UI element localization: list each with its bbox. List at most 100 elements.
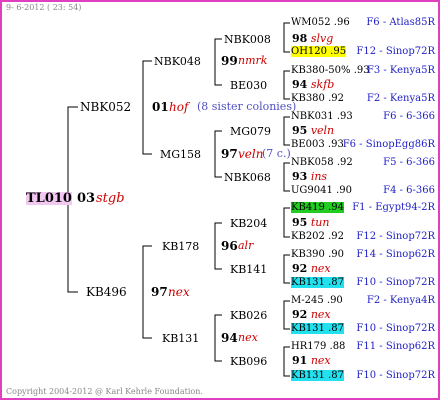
line-num: 92 [292, 308, 308, 321]
line-num: 95 [292, 216, 308, 229]
gen4-id: WM052 .96 [291, 17, 350, 28]
gen3-id[interactable]: KB204 [230, 218, 267, 229]
gen4-origin: F6 - 6-366 [383, 111, 435, 122]
gen4-origin: F2 - Kenya5R [366, 93, 435, 104]
line-name: skfb [310, 78, 335, 91]
gen4-id: KB380 .92 [291, 93, 344, 104]
gen2-id[interactable]: KB131 [162, 333, 199, 344]
gen3-id[interactable]: BE030 [230, 80, 267, 91]
gen4-id: NBK058 .92 [291, 157, 353, 168]
gen4-row[interactable]: OH120 .95 F12 - Sinop72R [291, 46, 437, 57]
gen1-num: 97 [151, 285, 168, 299]
gen4-row[interactable]: UG9041 .90 F4 - 6-366 [291, 186, 437, 196]
line-name: nex [310, 262, 331, 275]
gen4-id: M-245 .90 [291, 295, 343, 306]
kb096-line: 91 nex [292, 355, 331, 366]
nbk068-line: 93 ins [292, 171, 327, 182]
gen4-row[interactable]: KB380-50% .93 F3 - Kenya5R [291, 66, 437, 76]
gen4-origin: F12 - Sinop72R [356, 231, 435, 242]
gen3-id[interactable]: KB096 [230, 356, 267, 367]
gen4-row[interactable]: KB390 .90 F14 - Sinop62R [291, 250, 437, 260]
gen4-row[interactable]: KB131 .87 F10 - Sinop72R [291, 277, 437, 288]
gen4-origin: F14 - Sinop62R [356, 249, 435, 260]
gen4-id: KB131 .87 [291, 370, 344, 381]
gen4-row[interactable]: KB131 .87 F10 - Sinop72R [291, 323, 437, 334]
gen4-origin: F6 - SinopEgg86R [342, 139, 435, 150]
line-name: nex [310, 308, 331, 321]
gen1-id[interactable]: KB496 [86, 286, 127, 298]
gen4-id: NBK031 .93 [291, 111, 353, 122]
gen2-id[interactable]: KB178 [162, 241, 199, 252]
nbk008-line: 98 slvg [292, 33, 333, 44]
gen4-id: BE003 .93 [291, 139, 344, 150]
gen4-row[interactable]: NBK058 .92 F5 - 6-366 [291, 158, 437, 168]
mg079-line: 95 veln [292, 125, 334, 136]
gen4-origin: F12 - Sinop72R [356, 46, 435, 57]
gen4-id: UG9041 .90 [291, 185, 352, 196]
gen4-origin: F6 - Atlas85R [366, 17, 435, 28]
line-num: 92 [292, 262, 308, 275]
gen3-id[interactable]: KB141 [230, 264, 267, 275]
gen2-name: alr [238, 239, 254, 252]
line-name: ins [310, 170, 328, 183]
gen2-id[interactable]: MG158 [160, 149, 201, 160]
gen2-name: nex [238, 331, 258, 344]
gen2-num: 94 [221, 331, 238, 345]
gen2-name: veln [238, 147, 264, 161]
gen4-id: OH120 .95 [291, 46, 347, 57]
root-id[interactable]: TL010 [26, 192, 72, 205]
gen3-name: nmrk [238, 54, 268, 67]
line-num: 94 [292, 78, 308, 91]
gen4-origin: F10 - Sinop72R [356, 370, 435, 381]
gen4-row[interactable]: KB380 .92 F2 - Kenya5R [291, 94, 437, 104]
gen4-row[interactable]: KB419 .94 F1 - Egypt94-2R [291, 202, 437, 213]
gen4-origin: F5 - 6-366 [383, 157, 435, 168]
gen4-origin: F2 - Kenya4R [366, 295, 435, 306]
gen4-id: KB131 .87 [291, 277, 344, 288]
gen4-id: KB131 .87 [291, 323, 344, 334]
gen3-id[interactable]: NBK008 [224, 34, 271, 45]
gen4-id: KB202 .92 [291, 231, 344, 242]
root-name: stgb [96, 191, 125, 206]
kb204-line: 95 tun [292, 217, 329, 228]
kb026-line: 92 nex [292, 309, 331, 320]
gen4-id: KB419 .94 [291, 202, 344, 213]
gen4-origin: F1 - Egypt94-2R [352, 202, 435, 213]
kb141-line: 92 nex [292, 263, 331, 274]
gen2-id[interactable]: NBK048 [154, 56, 201, 67]
gen4-row[interactable]: BE003 .93 F6 - SinopEgg86R [291, 140, 437, 150]
root-num: 03 [77, 191, 96, 206]
gen4-row[interactable]: KB131 .87 F10 - Sinop72R [291, 370, 437, 381]
gen2-name: hof [169, 100, 189, 114]
gen3-num: 99 [221, 54, 238, 68]
header-date: 9- 6-2012 ( 23: 54) [6, 3, 82, 12]
gen4-row[interactable]: HR179 .88 F11 - Sinop62R [291, 342, 437, 352]
gen4-row[interactable]: WM052 .96 F6 - Atlas85R [291, 18, 437, 28]
gen4-origin: F4 - 6-366 [383, 185, 435, 196]
gen4-id: HR179 .88 [291, 341, 346, 352]
gen2-note: (8 sister colonies) [197, 100, 297, 113]
footer-copyright: Copyright 2004-2012 @ Karl Kehrle Founda… [6, 387, 203, 396]
line-num: 95 [292, 124, 308, 137]
gen4-origin: F10 - Sinop72R [356, 323, 435, 334]
gen1-id[interactable]: NBK052 [80, 101, 131, 113]
gen2-note: (7 c.) [262, 147, 291, 160]
gen4-row[interactable]: M-245 .90 F2 - Kenya4R [291, 296, 437, 306]
gen4-row[interactable]: KB202 .92 F12 - Sinop72R [291, 232, 437, 242]
line-name: slvg [310, 32, 334, 45]
gen2-num: 97 [221, 147, 238, 161]
gen4-origin: F10 - Sinop72R [356, 277, 435, 288]
gen4-id: KB390 .90 [291, 249, 344, 260]
gen1-name: nex [168, 285, 190, 299]
line-name: nex [310, 354, 331, 367]
gen3-id[interactable]: KB026 [230, 310, 267, 321]
gen4-origin: F3 - Kenya5R [366, 65, 435, 76]
gen4-id: KB380-50% .93 [291, 65, 370, 76]
line-num: 93 [292, 170, 308, 183]
gen3-id[interactable]: NBK068 [224, 172, 271, 183]
line-name: veln [310, 124, 335, 137]
line-num: 91 [292, 354, 308, 367]
gen3-id[interactable]: MG079 [230, 126, 271, 137]
line-name: tun [310, 216, 330, 229]
gen4-row[interactable]: NBK031 .93 F6 - 6-366 [291, 112, 437, 122]
